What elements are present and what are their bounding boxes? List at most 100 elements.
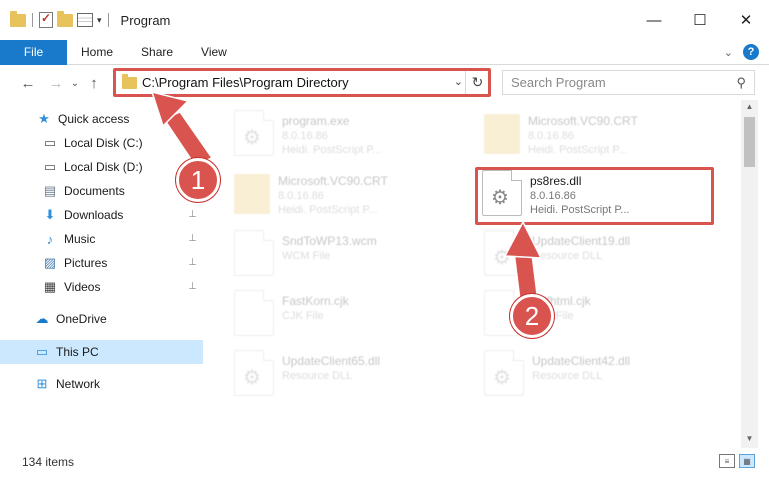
pictures-icon: ▨ xyxy=(43,255,57,270)
file-type: CJK File xyxy=(282,310,324,322)
music-icon: ♪ xyxy=(46,231,54,247)
back-arrow-icon[interactable]: ← xyxy=(16,75,40,92)
sidebar-item-pictures[interactable]: ▨ Pictures ⊥ xyxy=(0,251,203,275)
file-version: 8.0.16.86 xyxy=(282,130,328,142)
cloud-icon: ☁ xyxy=(35,311,49,326)
sidebar-item-label: Quick access xyxy=(58,112,130,126)
videos-icon: ▦ xyxy=(43,279,57,294)
sidebar-item-downloads[interactable]: ⬇ Downloads ⊥ xyxy=(0,203,203,227)
file-item[interactable]: FastKorn.cjk CJK File xyxy=(230,286,470,342)
sidebar-item-music[interactable]: ♪ Music ⊥ xyxy=(0,227,203,251)
maximize-button[interactable]: ☐ xyxy=(677,0,723,40)
scroll-thumb[interactable] xyxy=(744,117,755,167)
sidebar-item-network[interactable]: ⊞ Network xyxy=(0,372,203,396)
step-1-badge: 1 xyxy=(176,158,220,202)
file-name: UpdateClient19.dll xyxy=(532,234,631,248)
status-bar: 134 items ≡ ▦ xyxy=(0,448,769,475)
dll-gear-icon: ⚙ xyxy=(484,350,524,396)
file-name: Microsoft.VC90.CRT xyxy=(278,174,388,188)
item-count: 134 items xyxy=(22,454,75,469)
scroll-up-icon[interactable]: ▲ xyxy=(741,102,758,111)
folder-icon[interactable] xyxy=(10,10,26,27)
tab-view[interactable]: View xyxy=(187,40,241,65)
file-type: Resource DLL xyxy=(532,250,603,262)
file-name: SndToWP13.wcm xyxy=(282,234,377,248)
file-item[interactable]: Microsoft.VC90.CRT 8.0.16.86 Heidi. Post… xyxy=(230,166,470,222)
title-bar: ▾ Program — ☐ ✕ xyxy=(0,0,769,40)
pin-icon: ⊥ xyxy=(188,257,197,268)
forward-arrow-icon[interactable]: → xyxy=(44,75,68,92)
computer-icon: ▭ xyxy=(35,344,49,359)
properties-check-icon[interactable] xyxy=(39,11,53,28)
sidebar-item-onedrive[interactable]: ☁ OneDrive xyxy=(0,307,203,331)
file-item[interactable]: ⚙ program.exe 8.0.16.86 Heidi. PostScrip… xyxy=(230,106,470,162)
file-company: Heidi. PostScript P... xyxy=(282,144,382,156)
up-arrow-icon[interactable]: ↑ xyxy=(82,75,106,92)
file-item[interactable]: ⚙ UpdateClient42.dll Resource DLL xyxy=(480,346,720,402)
quick-access-toolbar: ▾ xyxy=(0,0,111,40)
network-icon: ⊞ xyxy=(36,376,48,391)
file-item[interactable]: SndToWP13.wcm WCM File xyxy=(230,226,470,282)
details-view-icon[interactable]: ≡ xyxy=(719,454,735,468)
file-version: 8.0.16.86 xyxy=(278,190,324,202)
sidebar-item-this-pc[interactable]: ▭ This PC xyxy=(0,340,203,364)
help-icon[interactable]: ? xyxy=(743,44,759,60)
sidebar-item-documents[interactable]: ▤ Documents ⊥ xyxy=(0,179,203,203)
properties-icon[interactable] xyxy=(77,13,93,27)
sidebar-item-label: Videos xyxy=(64,280,101,294)
file-type: Resource DLL xyxy=(282,370,353,382)
toolbar-divider xyxy=(32,13,33,27)
expand-ribbon-icon[interactable]: ⌄ xyxy=(724,46,733,59)
file-name: FastKorn.cjk xyxy=(282,294,349,308)
tab-file[interactable]: File xyxy=(0,39,67,65)
scroll-down-icon[interactable]: ▼ xyxy=(741,434,758,443)
search-icon[interactable]: ⚲ xyxy=(736,75,746,91)
ribbon-tabs: File Home Share View ⌄ ? xyxy=(0,39,769,65)
recent-locations-chevron-icon[interactable]: ⌄ xyxy=(68,78,82,89)
sidebar-item-label: Network xyxy=(56,377,101,391)
executable-icon: ⚙ xyxy=(234,110,274,156)
tab-share[interactable]: Share xyxy=(127,40,187,65)
file-item[interactable]: ⚙ UpdateClient65.dll Resource DLL xyxy=(230,346,470,402)
tiles-view-icon[interactable]: ▦ xyxy=(739,454,755,468)
file-list: ⚙ program.exe 8.0.16.86 Heidi. PostScrip… xyxy=(212,100,740,445)
customize-toolbar-dropdown[interactable]: ▾ xyxy=(97,15,102,26)
sidebar-item-label: This PC xyxy=(56,345,99,359)
sidebar-item-label: Pictures xyxy=(64,256,108,270)
pin-icon: ⊥ xyxy=(188,281,197,292)
file-company: Heidi. PostScript P... xyxy=(278,204,378,216)
sidebar-item-quick-access[interactable]: ★ Quick access xyxy=(0,107,203,131)
file-company: Heidi. PostScript P... xyxy=(528,144,628,156)
folder-icon xyxy=(484,114,520,154)
document-icon xyxy=(234,290,274,336)
pin-icon: ⊥ xyxy=(188,209,197,220)
search-input[interactable]: Search Program ⚲ xyxy=(502,70,755,95)
sidebar-item-videos[interactable]: ▦ Videos ⊥ xyxy=(0,275,203,299)
sidebar-item-label: OneDrive xyxy=(56,312,107,326)
minimize-button[interactable]: — xyxy=(631,0,677,40)
window-title: Program xyxy=(120,12,171,28)
navigation-pane: ★ Quick access ▭ Local Disk (C:) ⊥ ▭ Loc… xyxy=(0,104,205,448)
file-type: Resource DLL xyxy=(532,370,603,382)
vertical-scrollbar[interactable]: ▲ ▼ xyxy=(741,100,758,448)
search-placeholder: Search Program xyxy=(511,75,606,90)
dll-gear-icon: ⚙ xyxy=(484,230,524,276)
new-folder-icon[interactable] xyxy=(57,10,73,27)
tab-home[interactable]: Home xyxy=(67,40,127,65)
star-icon: ★ xyxy=(38,111,50,126)
file-item[interactable]: ⚙ UpdateClient19.dll Resource DLL xyxy=(480,226,720,282)
close-button[interactable]: ✕ xyxy=(723,0,769,40)
drive-icon: ▭ xyxy=(43,159,57,174)
sidebar-item-label: Local Disk (D:) xyxy=(64,160,143,174)
sidebar-item-label: Local Disk (C:) xyxy=(64,136,143,150)
pin-icon: ⊥ xyxy=(188,233,197,244)
sidebar-item-local-disk-d[interactable]: ▭ Local Disk (D:) ⊥ xyxy=(0,155,203,179)
dll-gear-icon: ⚙ xyxy=(234,350,274,396)
sidebar-item-label: Music xyxy=(64,232,96,246)
pin-icon: ⊥ xyxy=(188,137,197,148)
file-item[interactable]: Microsoft.VC90.CRT 8.0.16.86 Heidi. Post… xyxy=(480,106,720,162)
sidebar-item-label: Downloads xyxy=(64,208,124,222)
step-2-badge: 2 xyxy=(510,294,554,338)
toolbar-divider xyxy=(107,13,109,27)
sidebar-item-local-disk-c[interactable]: ▭ Local Disk (C:) ⊥ xyxy=(0,131,203,155)
